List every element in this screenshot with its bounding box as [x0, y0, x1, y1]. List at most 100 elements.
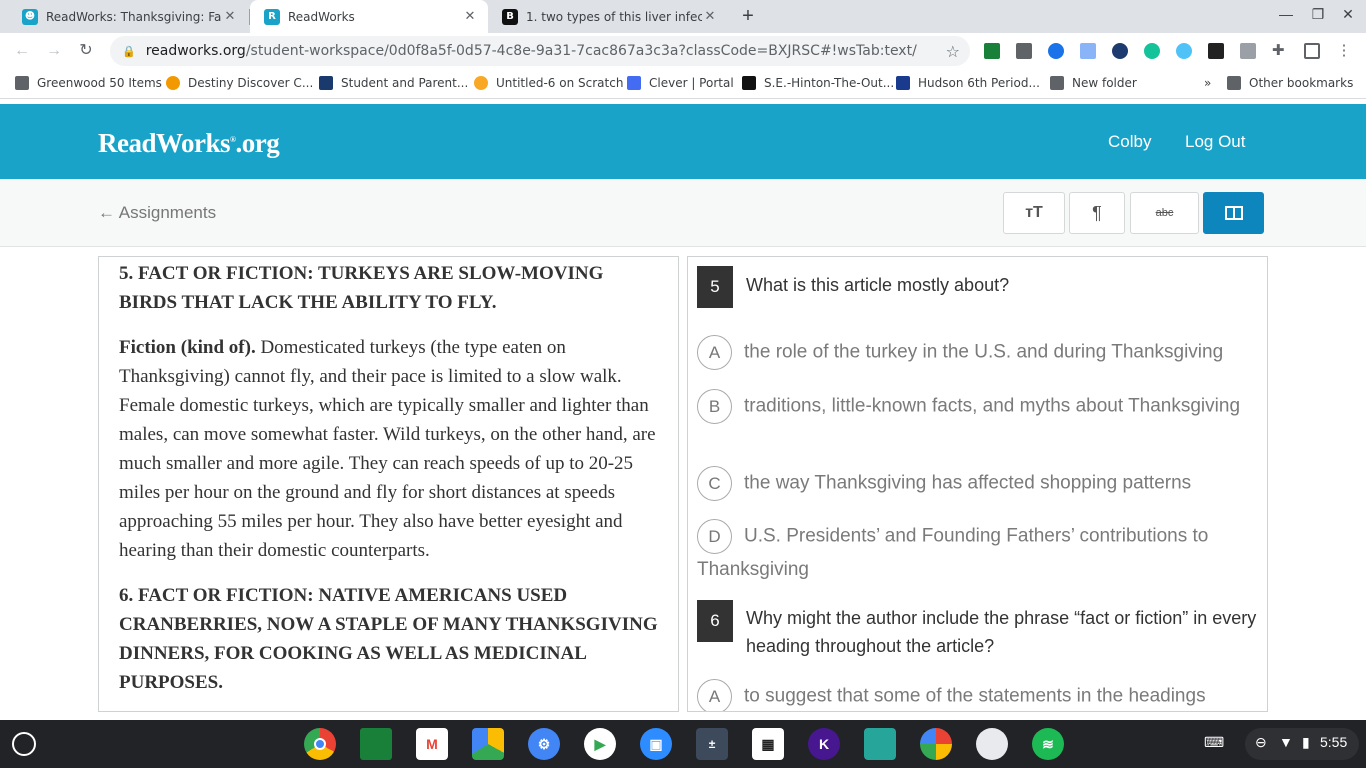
cast-icon[interactable] [1304, 43, 1320, 59]
bookmark-label: New folder [1072, 76, 1137, 90]
close-icon[interactable]: ✕ [702, 9, 718, 24]
workspace-toolbar: ← Assignments ᴛT ¶ abc [0, 179, 1366, 247]
answer-choice[interactable]: Cthe way Thanksgiving has affected shopp… [697, 466, 1262, 501]
choice-letter: A [697, 335, 732, 370]
readworks-logo[interactable]: ReadWorks®.org [98, 128, 280, 159]
user-name-link[interactable]: Colby [1108, 132, 1151, 152]
classroom-icon[interactable] [360, 728, 392, 760]
logout-link[interactable]: Log Out [1185, 132, 1246, 152]
close-icon[interactable]: ✕ [462, 9, 478, 24]
section-heading: 5. FACT OR FICTION: TURKEYS ARE SLOW-MOV… [119, 263, 604, 313]
answer-choice[interactable]: Ato suggest that some of the statements … [697, 679, 1262, 711]
choice-letter: D [697, 519, 732, 554]
calculator-icon[interactable]: ± [696, 728, 728, 760]
bookmark-item[interactable]: Greenwood 50 Items [15, 76, 162, 90]
chrome-icon[interactable] [304, 728, 336, 760]
answer-choice[interactable]: D U.S. Presidents’ and Founding Fathers’ … [697, 519, 1262, 586]
tab-title: ReadWorks [288, 9, 355, 24]
reload-icon[interactable]: ↻ [74, 39, 98, 63]
launcher-icon[interactable] [12, 732, 36, 756]
bookmark-item[interactable]: Untitled-6 on Scratch [474, 76, 623, 90]
destiny-icon [166, 76, 180, 90]
questions-panel[interactable]: 5 What is this article mostly about? Ath… [687, 256, 1268, 712]
close-window-icon[interactable]: ✕ [1334, 6, 1362, 23]
choice-text: to suggest that some of the statements i… [744, 685, 1206, 707]
split-view-button[interactable] [1203, 192, 1264, 234]
gmail-icon[interactable]: M [416, 728, 448, 760]
address-bar[interactable]: 🔒 readworks.org/student-workspace/0d0f8a… [110, 36, 970, 66]
minimize-icon[interactable]: — [1272, 6, 1300, 22]
extension-icon[interactable] [1176, 43, 1192, 59]
bookmark-item[interactable]: Clever | Portal [627, 76, 734, 90]
camera-icon[interactable] [976, 728, 1008, 760]
extension-icon[interactable] [1240, 43, 1256, 59]
drive-icon[interactable] [472, 728, 504, 760]
bookmark-label: Untitled-6 on Scratch [496, 76, 624, 90]
url-host: readworks.org [145, 43, 246, 59]
forward-arrow-icon[interactable]: → [42, 39, 66, 63]
calendar-icon[interactable]: ▦ [752, 728, 784, 760]
readworks-r-icon: R [264, 8, 280, 25]
settings-icon[interactable]: ⚙ [528, 728, 560, 760]
kami-ext-icon[interactable] [1112, 43, 1128, 59]
more-bookmarks-icon[interactable]: » [1204, 76, 1211, 90]
choice-text: traditions, little-known facts, and myth… [744, 395, 1241, 417]
zoom-icon[interactable]: ▣ [640, 728, 672, 760]
tab-liver-infection[interactable]: B 1. two types of this liver infectio ✕ [488, 0, 728, 33]
choice-letter: B [697, 389, 732, 424]
kahoot-icon[interactable]: K [808, 728, 840, 760]
maps-icon[interactable] [920, 728, 952, 760]
answer-choice[interactable]: Btraditions, little-known facts, and myt… [697, 389, 1262, 424]
tab-readworks[interactable]: R ReadWorks ✕ [250, 0, 488, 33]
article-text: 5. FACT OR FICTION: TURKEYS ARE SLOW-MOV… [119, 259, 659, 711]
play-store-icon[interactable]: ▶ [584, 728, 616, 760]
question-number: 5 [697, 266, 733, 308]
bookmark-item[interactable]: Student and Parent... [319, 76, 468, 90]
question-text: Why might the author include the phrase … [746, 608, 1257, 656]
classroom-ext-icon[interactable] [984, 43, 1000, 59]
bookmark-item[interactable]: S.E.-Hinton-The-Out... [742, 76, 894, 90]
user-icon [896, 76, 910, 90]
bookmark-item[interactable]: Hudson 6th Period... [896, 76, 1040, 90]
keyboard-icon[interactable]: ⌨ [1204, 734, 1224, 751]
puzzle-icon[interactable]: ✚ [1272, 43, 1288, 59]
new-tab-icon[interactable]: + [736, 4, 760, 28]
text-size-button[interactable]: ᴛT [1003, 192, 1065, 234]
article-panel[interactable]: 5. FACT OR FICTION: TURKEYS ARE SLOW-MOV… [98, 256, 679, 712]
paragraph-icon: ¶ [1092, 202, 1102, 223]
page-icon [15, 76, 29, 90]
extension-icon[interactable] [1048, 43, 1064, 59]
back-arrow-icon[interactable]: ← [10, 39, 34, 63]
scratch-icon [474, 76, 488, 90]
extension-icon[interactable] [1080, 43, 1096, 59]
folder-icon [1227, 76, 1241, 90]
read-aloud-ext-icon[interactable] [1016, 43, 1032, 59]
lock-icon: 🔒 [122, 44, 136, 58]
answer-choice[interactable]: Athe role of the turkey in the U.S. and … [697, 335, 1262, 370]
menu-dots-icon[interactable]: ⋮ [1336, 43, 1352, 59]
bookmark-folder[interactable]: New folder [1050, 76, 1137, 90]
spotify-icon[interactable]: ≋ [1032, 728, 1064, 760]
question-text: What is this article mostly about? [746, 275, 1010, 295]
assignments-back-link[interactable]: ← Assignments [98, 203, 216, 223]
paragraph-body: Domesticated turkeys (the type eaten on … [119, 337, 656, 561]
bookmark-star-icon[interactable]: ☆ [946, 42, 960, 61]
tab-readworks-thanksgiving[interactable]: ☻ ReadWorks: Thanksgiving: Fact ✕ [8, 0, 248, 33]
grammarly-ext-icon[interactable] [1144, 43, 1160, 59]
app-icon[interactable] [864, 728, 896, 760]
bookmark-label: Clever | Portal [649, 76, 734, 90]
logo-text: ReadWorks [98, 128, 231, 158]
close-icon[interactable]: ✕ [222, 9, 238, 24]
choice-text: the way Thanksgiving has affected shoppi… [744, 472, 1192, 494]
bookmark-label: Student and Parent... [341, 76, 469, 90]
extension-icon[interactable] [1208, 43, 1224, 59]
bookmark-folder[interactable]: Other bookmarks [1227, 76, 1353, 90]
strikethrough-button[interactable]: abc [1130, 192, 1199, 234]
question-number: 6 [697, 600, 733, 642]
restore-icon[interactable]: ❐ [1304, 6, 1332, 23]
bookmark-label: Other bookmarks [1249, 76, 1354, 90]
bookmark-item[interactable]: Destiny Discover C... [166, 76, 313, 90]
battery-icon: ▮ [1302, 734, 1310, 750]
paragraph-button[interactable]: ¶ [1069, 192, 1125, 234]
url-path: /student-workspace/0d0f8a5f-0d57-4c8e-9a… [245, 43, 917, 59]
